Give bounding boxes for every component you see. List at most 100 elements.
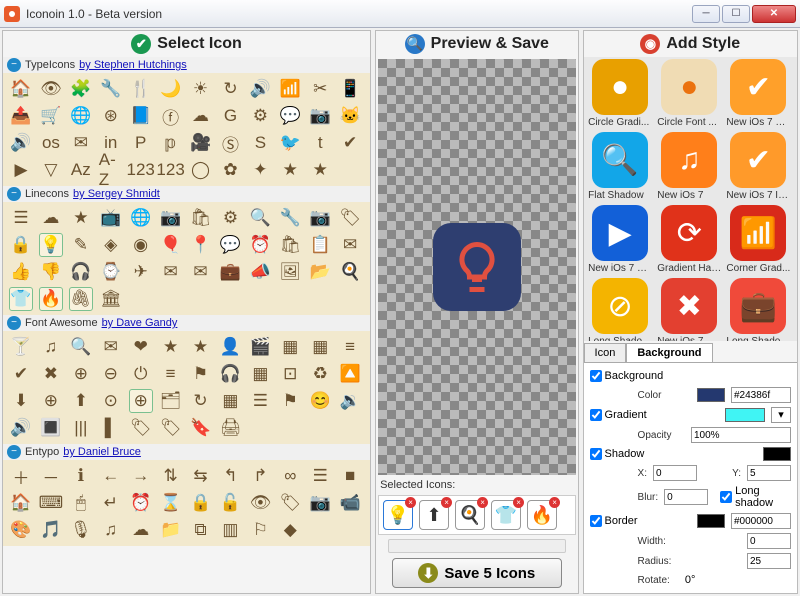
icon-item[interactable]: ⏻ <box>129 362 153 386</box>
icon-item[interactable]: 🍴 <box>129 77 153 101</box>
icon-item[interactable]: 🔍 <box>248 206 272 230</box>
icon-item[interactable]: ↵ <box>99 491 123 515</box>
author-link[interactable]: by Daniel Bruce <box>63 446 141 458</box>
icon-item[interactable]: ✉ <box>338 233 362 257</box>
icon-item[interactable]: ∞ <box>278 464 302 488</box>
selected-thumb[interactable]: 🔥× <box>527 500 557 530</box>
icon-item[interactable]: ⌛ <box>159 491 183 515</box>
icon-item[interactable]: ✉ <box>159 260 183 284</box>
icon-item[interactable]: 𝕡 <box>159 131 183 155</box>
style-card[interactable]: ●Circle Gradi... <box>588 59 653 128</box>
icon-item[interactable]: ⊕ <box>39 389 63 413</box>
icon-item[interactable]: 📍 <box>189 233 213 257</box>
icon-item[interactable]: 🔒 <box>189 491 213 515</box>
border-color-input[interactable] <box>731 513 791 529</box>
icon-item[interactable]: 🔼 <box>338 362 362 386</box>
icon-item[interactable]: 📷 <box>159 206 183 230</box>
icon-item[interactable]: 📹 <box>338 491 362 515</box>
icon-item[interactable]: 🏷 <box>338 206 362 230</box>
icon-item[interactable]: 📘 <box>129 104 153 128</box>
gradient-checkbox[interactable] <box>590 409 602 421</box>
icon-item[interactable]: ☁ <box>189 104 213 128</box>
icon-item[interactable]: 📣 <box>248 260 272 284</box>
icon-item[interactable]: ⧉ <box>189 518 213 542</box>
icon-item[interactable]: ↰ <box>218 464 242 488</box>
icon-item[interactable]: 👁 <box>39 77 63 101</box>
icon-item[interactable]: t <box>308 131 332 155</box>
style-card[interactable]: ✔New iOs 7 In... <box>726 132 791 201</box>
icon-item[interactable]: 🖨 <box>218 416 242 440</box>
close-button[interactable]: ✕ <box>752 5 796 23</box>
shadow-blur-input[interactable] <box>664 489 708 505</box>
icon-item[interactable]: 🔧 <box>99 77 123 101</box>
border-radius-input[interactable] <box>747 553 791 569</box>
icon-item[interactable]: ▦ <box>278 335 302 359</box>
icon-item[interactable]: os <box>39 131 63 155</box>
icon-item[interactable]: 🎈 <box>159 233 183 257</box>
icon-item[interactable]: ✔ <box>9 362 33 386</box>
pack-header[interactable]: −TypeIconsby Stephen Hutchings <box>3 57 370 73</box>
icon-item[interactable]: 📂 <box>308 260 332 284</box>
icon-item[interactable]: 🔊 <box>9 416 33 440</box>
icon-item[interactable]: ⊡ <box>278 362 302 386</box>
remove-icon[interactable]: × <box>441 497 452 508</box>
author-link[interactable]: by Sergey Shmidt <box>73 188 160 200</box>
icon-item[interactable]: ✖ <box>39 362 63 386</box>
remove-icon[interactable]: × <box>477 497 488 508</box>
icon-item[interactable]: ♫ <box>99 518 123 542</box>
border-width-input[interactable] <box>747 533 791 549</box>
icon-item[interactable]: 🏷 <box>159 416 183 440</box>
long-shadow-checkbox[interactable] <box>720 491 732 503</box>
icon-item[interactable]: 📷 <box>308 491 332 515</box>
icon-item[interactable]: 🧩 <box>69 77 93 101</box>
icon-item[interactable]: → <box>129 464 153 488</box>
icon-item[interactable]: ↻ <box>189 389 213 413</box>
icon-item[interactable]: 🍳 <box>338 260 362 284</box>
style-card[interactable]: ●Circle Font ... <box>657 59 722 128</box>
icon-item[interactable]: 🌐 <box>69 104 93 128</box>
icon-item[interactable]: ✉ <box>189 260 213 284</box>
icon-item[interactable]: ✉ <box>69 131 93 155</box>
icon-item[interactable]: 🏛 <box>99 287 123 311</box>
icon-item[interactable]: 📋 <box>308 233 332 257</box>
icon-item[interactable]: ||| <box>69 416 93 440</box>
collapse-icon[interactable]: − <box>7 445 21 459</box>
icon-item[interactable]: 👍 <box>9 260 33 284</box>
icon-item[interactable]: ⌚ <box>99 260 123 284</box>
remove-icon[interactable]: × <box>549 497 560 508</box>
icon-item[interactable]: ⏰ <box>248 233 272 257</box>
icon-item[interactable]: 🔖 <box>189 416 213 440</box>
selected-thumb[interactable]: 🍳× <box>455 500 485 530</box>
icon-item[interactable]: G <box>218 104 242 128</box>
icon-item[interactable]: ♫ <box>39 335 63 359</box>
opacity-input[interactable] <box>691 427 791 443</box>
icon-item[interactable]: 👕 <box>9 287 33 311</box>
icon-item[interactable]: 🛒 <box>39 104 63 128</box>
icon-item[interactable]: ⚑ <box>278 389 302 413</box>
icon-item[interactable]: Ⓢ <box>218 131 242 155</box>
icon-item[interactable]: 🌐 <box>129 206 153 230</box>
icon-item[interactable]: ▦ <box>218 389 242 413</box>
icon-item[interactable]: 💬 <box>278 104 302 128</box>
icon-item[interactable]: 🏠 <box>9 77 33 101</box>
style-card[interactable]: ▶New iOs 7 R... <box>588 205 653 274</box>
selected-thumb[interactable]: ⬆× <box>419 500 449 530</box>
icon-item[interactable]: 🔥 <box>39 287 63 311</box>
icon-item[interactable]: ▥ <box>218 518 242 542</box>
gradient-combo[interactable]: ▾ <box>771 407 791 423</box>
style-card[interactable]: 🔍Flat Shadow <box>588 132 653 201</box>
icon-item[interactable]: 123 <box>159 158 183 182</box>
icon-item[interactable]: 👁 <box>248 491 272 515</box>
icon-item[interactable]: ☀ <box>189 77 213 101</box>
style-card[interactable]: ✔New iOs 7 Li... <box>726 59 791 128</box>
border-swatch[interactable] <box>697 514 725 528</box>
icon-item[interactable]: 🛍 <box>189 206 213 230</box>
icon-item[interactable]: ◉ <box>129 233 153 257</box>
icon-item[interactable]: 🎧 <box>218 362 242 386</box>
selected-thumb[interactable]: 💡× <box>383 500 413 530</box>
icon-item[interactable]: ★ <box>189 335 213 359</box>
icon-item[interactable]: ☰ <box>308 464 332 488</box>
icon-item[interactable]: ≡ <box>338 335 362 359</box>
icon-item[interactable]: 💡 <box>39 233 63 257</box>
icon-item[interactable]: 📷 <box>308 206 332 230</box>
